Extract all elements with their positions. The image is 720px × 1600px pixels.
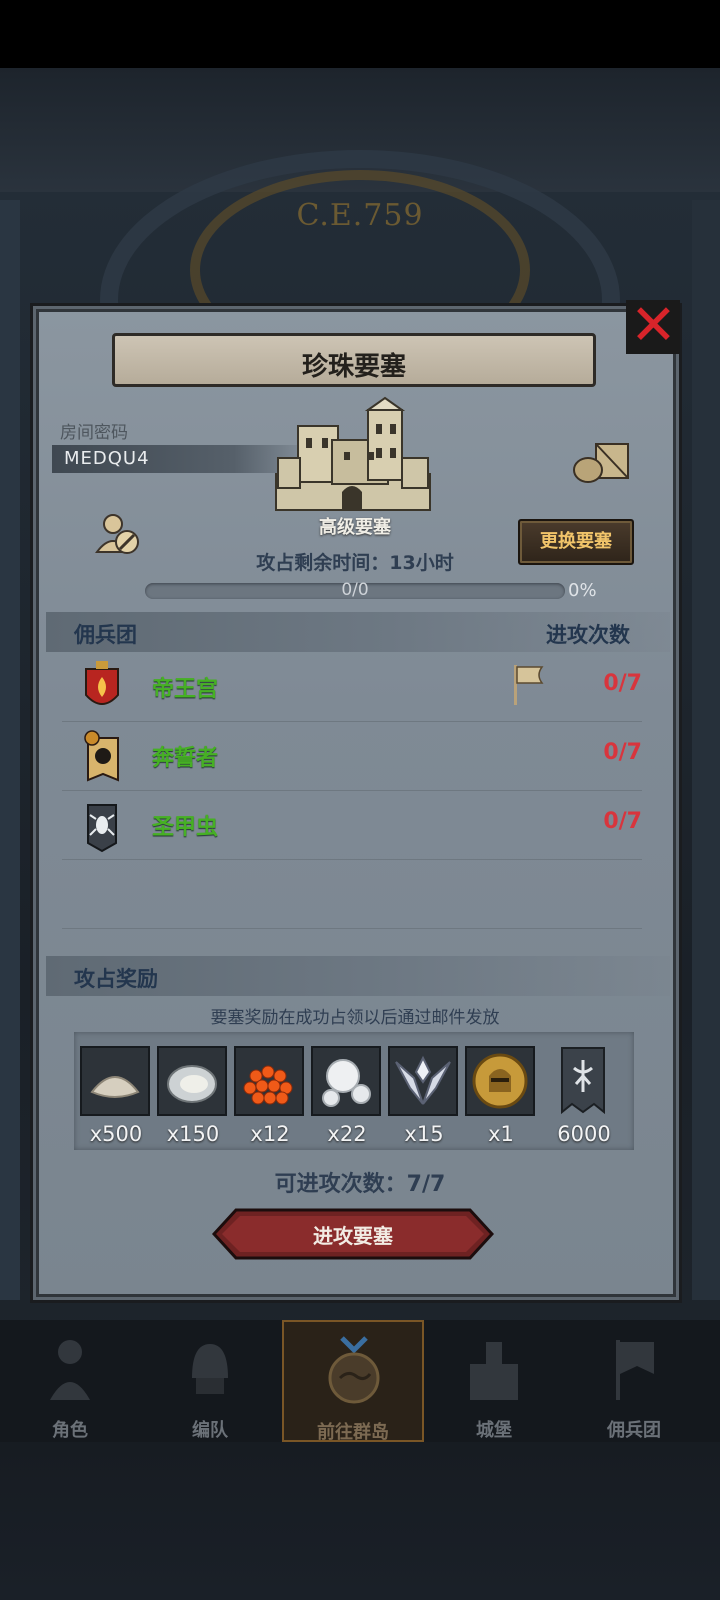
supply-crate-icon[interactable] [572,440,632,484]
change-fortress-label: 更换要塞 [540,531,612,552]
banner-nav-icon [616,1340,654,1400]
nav-label: 佣兵团 [607,1420,661,1441]
background-right-strip [692,200,720,1300]
reward-item[interactable]: x15 [388,1046,462,1146]
sun-banner-icon [84,730,119,782]
change-fortress-button[interactable]: 更换要塞 [518,519,634,565]
mercenary-attack-count: 0/7 [603,671,642,696]
knight-coin-icon [472,1053,528,1109]
remaining-attacks: 可进攻次数：7/7 [274,1172,446,1197]
flag-icon [514,665,544,705]
nav-islands[interactable]: 前往群岛 [282,1320,424,1443]
bottom-background [0,1442,720,1600]
nav-label: 城堡 [476,1420,512,1441]
nav-label: 角色 [52,1420,88,1441]
flour-icon [90,1076,140,1098]
reward-quantity: x15 [404,1122,444,1146]
status-bar [0,0,720,68]
reward-item[interactable]: x22 [311,1046,385,1146]
reward-quantity: 6000 [557,1122,611,1146]
reward-header-label: 攻占奖励 [74,967,158,991]
background-left-strip [0,200,20,1300]
reward-note: 要塞奖励在成功占领以后通过邮件发放 [210,1008,500,1028]
reward-item[interactable]: 6000 [548,1046,622,1146]
mercenary-row[interactable]: 奔誓者 0/7 [62,722,642,791]
nav-mercenary[interactable]: 佣兵团 [564,1320,704,1442]
mercenary-row[interactable]: 圣甲虫 0/7 [62,791,642,860]
time-remaining: 攻占剩余时间：13小时 [256,552,454,574]
beetle-banner-icon [87,804,117,853]
fortress-type: 高级要塞 [319,517,391,538]
attack-fortress-label: 进攻要塞 [313,1224,393,1248]
capture-progress-text: 0/0 [341,580,369,600]
reward-quantity: x150 [166,1122,220,1146]
roe-icon [243,1065,293,1105]
reward-quantity: x12 [250,1122,290,1146]
guild-banner-icon [561,1047,605,1115]
reward-item[interactable]: x12 [234,1046,308,1146]
capture-progress-percent: 0% [568,580,597,601]
castle-icon [275,396,431,511]
wing-emblem-icon [395,1055,451,1105]
fire-banner-icon [85,661,119,705]
nav-label: 编队 [192,1420,228,1441]
attack-count-header-label: 进攻次数 [546,623,630,647]
close-icon: ✕ [630,293,677,358]
room-code[interactable]: MEDQU4 [64,448,150,469]
room-code-label: 房间密码 [60,423,128,443]
helmet-icon [192,1344,228,1394]
knight-icon [50,1340,90,1400]
nav-character[interactable]: 角色 [0,1320,140,1442]
reward-quantity: x1 [488,1122,514,1146]
oyster-icon [167,1065,217,1103]
close-button[interactable]: ✕ [626,294,680,358]
mercenary-attack-count: 0/7 [603,809,642,834]
mercenary-name: 圣甲虫 [152,815,219,840]
mercenary-section-header: 佣兵团 进攻次数 [46,612,670,652]
nav-label: 前往群岛 [317,1422,389,1443]
nav-formation[interactable]: 编队 [140,1320,280,1442]
empty-row-divider [62,928,642,929]
era-label: C.E.759 [296,198,424,233]
nav-castle[interactable]: 城堡 [424,1320,564,1442]
mercenary-attack-count: 0/7 [603,740,642,765]
block-player-icon[interactable] [95,512,141,556]
title-plaque: 珍珠要塞 [112,333,596,387]
mercenary-name: 帝王宫 [152,677,219,702]
world-map-icon [328,1336,380,1404]
reward-item[interactable]: x500 [80,1046,154,1146]
castle-nav-icon [470,1342,518,1400]
pearl-icon [322,1059,371,1107]
reward-quantity: x500 [89,1122,143,1146]
dialog-title: 珍珠要塞 [301,352,406,382]
reward-item[interactable]: x150 [157,1046,231,1146]
mercenary-header-label: 佣兵团 [74,623,137,647]
reward-quantity: x22 [327,1122,367,1146]
reward-item[interactable]: x1 [465,1046,539,1146]
mercenary-name: 奔誓者 [152,746,219,771]
mercenary-row[interactable]: 帝王宫 0/7 [62,653,642,722]
reward-section-header: 攻占奖励 [46,956,670,996]
